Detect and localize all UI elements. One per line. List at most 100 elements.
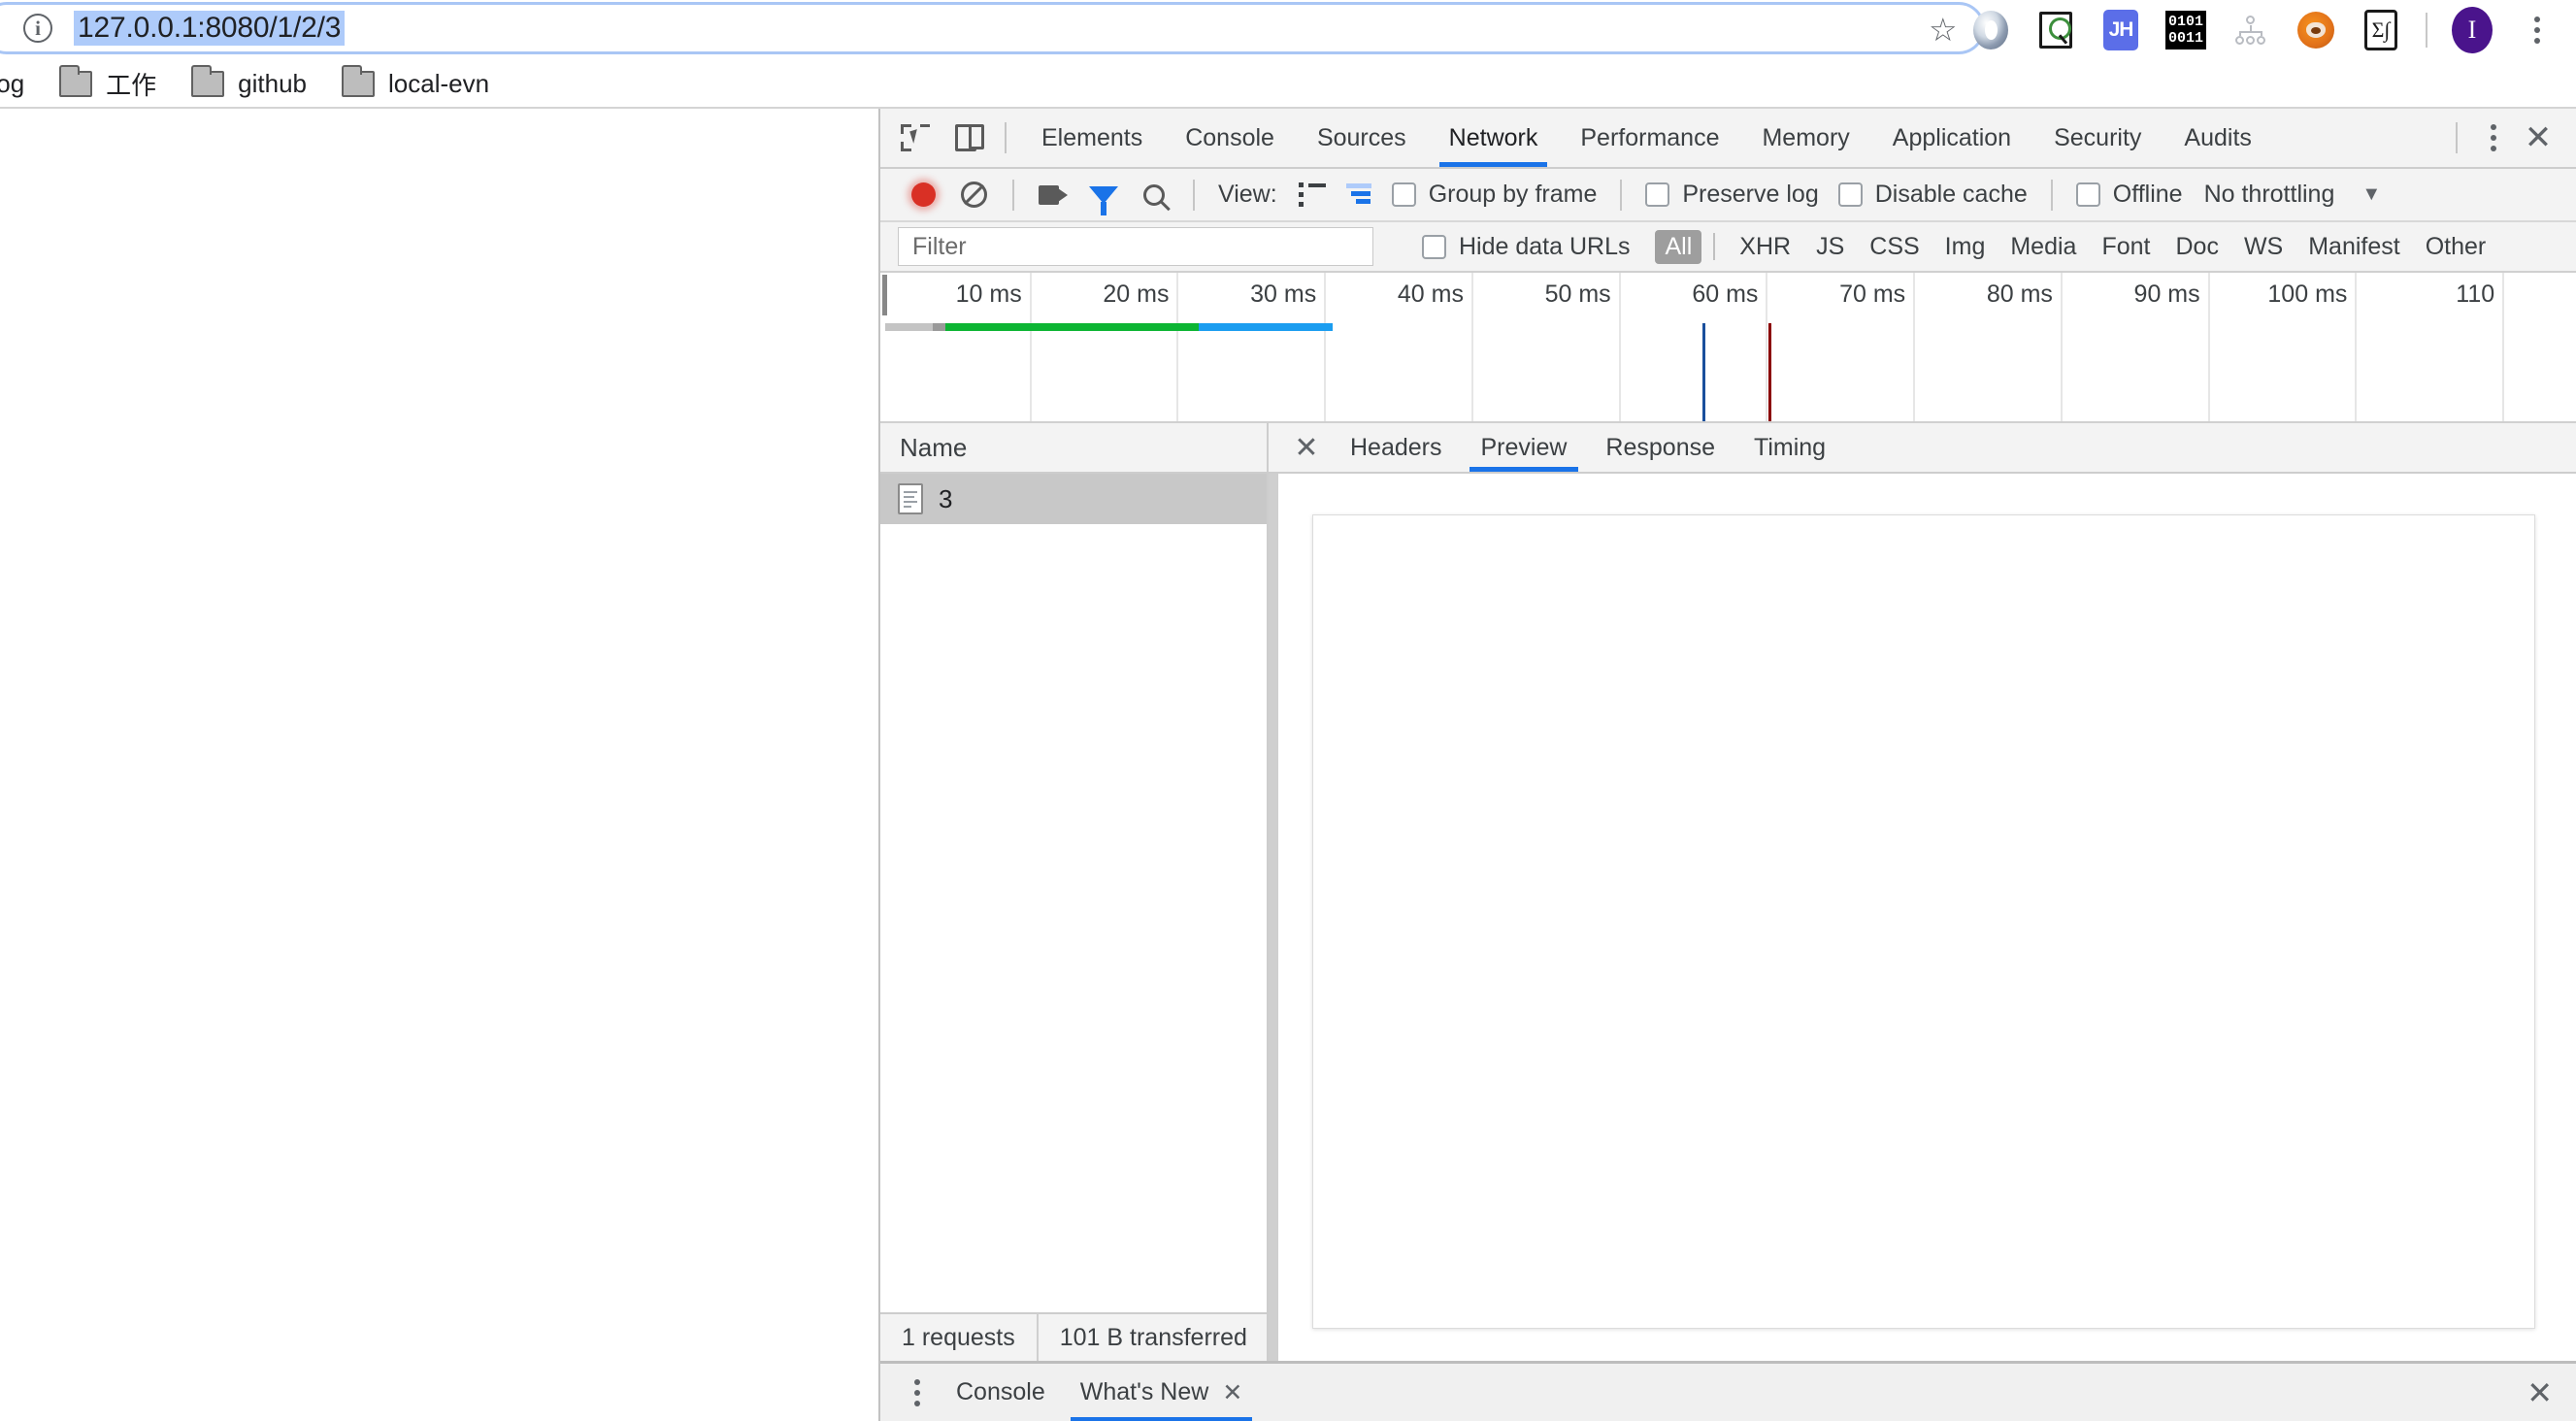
throttling-select[interactable]: No throttling xyxy=(2204,181,2335,209)
math-sigma-extension-icon[interactable]: Σ∫ xyxy=(2361,10,2401,50)
group-by-frame-checkbox[interactable]: Group by frame xyxy=(1392,181,1598,209)
extensions-bar: JH 0101 0011 Σ∫ I xyxy=(1970,8,2558,52)
filter-type-js[interactable]: JS xyxy=(1803,231,1857,263)
inspect-element-icon[interactable] xyxy=(890,113,941,163)
drawer-close-icon[interactable]: ✕ xyxy=(2526,1374,2553,1411)
devtools-close-icon[interactable]: ✕ xyxy=(2516,116,2560,160)
bookmark-folder-local-evn[interactable]: local-evn xyxy=(324,69,507,99)
tab-timing[interactable]: Timing xyxy=(1734,423,1845,472)
timeline-tick-label: 90 ms xyxy=(2134,281,2208,309)
sitemap-extension-icon[interactable] xyxy=(2230,10,2271,50)
filter-row: Filter Hide data URLs All XHR JS CSS Img… xyxy=(880,222,2576,273)
checkbox-box[interactable] xyxy=(1645,182,1669,207)
filter-type-xhr[interactable]: XHR xyxy=(1727,231,1803,263)
browser-menu-icon[interactable] xyxy=(2517,10,2558,50)
address-bar[interactable]: i 127.0.0.1:8080/1/2/3 xyxy=(0,2,1985,54)
devtools-more-options-icon[interactable] xyxy=(2471,124,2516,151)
folder-icon xyxy=(59,71,92,97)
table-row[interactable]: 3 xyxy=(880,474,1267,524)
toolbar-divider xyxy=(1620,180,1622,211)
waterfall-view-icon[interactable] xyxy=(1336,173,1382,217)
checkbox-box[interactable] xyxy=(1422,235,1446,259)
timeline-gridline xyxy=(1030,273,1032,423)
camera-icon[interactable] xyxy=(1028,170,1078,220)
toolbar-divider xyxy=(1005,122,1007,153)
bookmark-label: local-evn xyxy=(388,69,489,99)
filter-type-img[interactable]: Img xyxy=(1932,231,1998,263)
drawer-more-options-icon[interactable] xyxy=(896,1379,939,1406)
search-icon[interactable] xyxy=(1129,170,1179,220)
filter-type-manifest[interactable]: Manifest xyxy=(2295,231,2412,263)
filter-type-css[interactable]: CSS xyxy=(1857,231,1932,263)
device-toolbar-icon[interactable] xyxy=(941,113,991,163)
tab-response[interactable]: Response xyxy=(1586,423,1734,472)
toolbar-divider xyxy=(2456,122,2458,153)
close-icon[interactable]: ✕ xyxy=(1222,1378,1242,1407)
requests-column-header[interactable]: Name xyxy=(880,423,1267,474)
checkbox-box[interactable] xyxy=(1838,182,1863,207)
filter-type-doc[interactable]: Doc xyxy=(2163,231,2230,263)
tab-network[interactable]: Network xyxy=(1428,109,1560,167)
tab-audits[interactable]: Audits xyxy=(2163,109,2272,167)
tab-elements[interactable]: Elements xyxy=(1020,109,1164,167)
page-viewport xyxy=(0,109,878,1421)
site-info-icon[interactable]: i xyxy=(23,14,52,43)
filter-type-ws[interactable]: WS xyxy=(2231,231,2295,263)
requests-list[interactable]: 3 xyxy=(880,474,1267,1312)
chevron-down-icon[interactable]: ▼ xyxy=(2361,183,2381,206)
detail-close-icon[interactable]: ✕ xyxy=(1282,423,1331,472)
binary-extension-icon[interactable]: 0101 0011 xyxy=(2165,10,2206,50)
filter-funnel-icon[interactable] xyxy=(1078,170,1129,220)
tab-memory[interactable]: Memory xyxy=(1740,109,1870,167)
url-text[interactable]: 127.0.0.1:8080/1/2/3 xyxy=(74,11,345,46)
browser-window: i 127.0.0.1:8080/1/2/3 ☆ JH 0101 0011 xyxy=(0,0,2576,1421)
clear-icon[interactable] xyxy=(948,170,999,220)
network-overview-timeline[interactable]: 10 ms20 ms30 ms40 ms50 ms60 ms70 ms80 ms… xyxy=(880,273,2576,423)
tab-application[interactable]: Application xyxy=(1871,109,2032,167)
tab-preview[interactable]: Preview xyxy=(1462,423,1587,472)
tab-console[interactable]: Console xyxy=(1164,109,1296,167)
tab-performance[interactable]: Performance xyxy=(1559,109,1740,167)
page-magnifier-extension-icon[interactable] xyxy=(2035,10,2076,50)
filter-input[interactable]: Filter xyxy=(898,227,1373,266)
detail-tabbar: ✕ Headers Preview Response Timing xyxy=(1269,423,2576,474)
filter-type-other[interactable]: Other xyxy=(2413,231,2499,263)
math-sigma-label: Σ∫ xyxy=(2364,10,2397,50)
tab-sources[interactable]: Sources xyxy=(1296,109,1428,167)
drawer-tab-console[interactable]: Console xyxy=(939,1364,1063,1421)
timeline-tick-label: 50 ms xyxy=(1545,281,1619,309)
hide-data-urls-checkbox[interactable]: Hide data URLs xyxy=(1422,233,1630,261)
overview-start-marker xyxy=(882,275,887,315)
timeline-gridline xyxy=(1324,273,1326,423)
star-bookmark-icon[interactable]: ☆ xyxy=(1929,14,1958,46)
avatar[interactable]: I xyxy=(2452,10,2493,50)
jh-extension-icon[interactable]: JH xyxy=(2100,10,2141,50)
network-main-split: Name 3 1 requests 101 B transferred ✕ He… xyxy=(880,423,2576,1361)
devtools-drawer: Console What's New ✕ ✕ xyxy=(880,1361,2576,1421)
filter-placeholder: Filter xyxy=(912,233,967,261)
ring-extension-icon[interactable] xyxy=(1970,10,2011,50)
disable-cache-checkbox[interactable]: Disable cache xyxy=(1838,181,2028,209)
filter-type-font[interactable]: Font xyxy=(2089,231,2163,263)
preserve-log-checkbox[interactable]: Preserve log xyxy=(1645,181,1818,209)
filter-type-media[interactable]: Media xyxy=(1998,231,2089,263)
timeline-tick-label: 20 ms xyxy=(1103,281,1176,309)
tab-headers[interactable]: Headers xyxy=(1331,423,1462,472)
list-view-icon[interactable] xyxy=(1289,173,1336,217)
drawer-tab-whats-new[interactable]: What's New ✕ xyxy=(1063,1364,1261,1421)
devtools-panel: Elements Console Sources Network Perform… xyxy=(878,109,2576,1421)
bookmark-folder-github[interactable]: github xyxy=(174,69,324,99)
record-button-icon[interactable] xyxy=(898,170,948,220)
timeline-tick-label: 80 ms xyxy=(1987,281,2061,309)
bookmark-folder-work[interactable]: 工作 xyxy=(42,66,174,102)
timeline-gridline xyxy=(1176,273,1178,423)
offline-checkbox[interactable]: Offline xyxy=(2076,181,2183,209)
fox-extension-icon[interactable] xyxy=(2295,10,2336,50)
timeline-tick-label: 70 ms xyxy=(1839,281,1913,309)
bookmark-item-blog[interactable]: blog xyxy=(0,69,42,99)
tab-security[interactable]: Security xyxy=(2032,109,2163,167)
preview-scrollbar[interactable] xyxy=(1269,474,1278,1361)
checkbox-box[interactable] xyxy=(1392,182,1416,207)
filter-type-all[interactable]: All xyxy=(1655,230,1701,264)
checkbox-box[interactable] xyxy=(2076,182,2100,207)
